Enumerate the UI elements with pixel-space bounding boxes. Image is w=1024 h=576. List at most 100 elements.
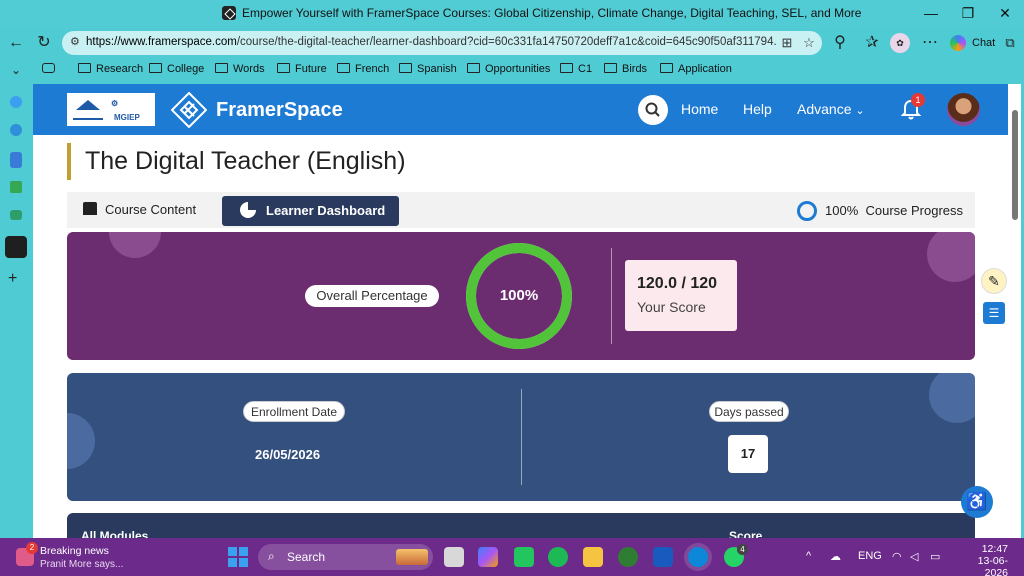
refresh-icon[interactable]: ↻ <box>34 33 54 53</box>
search-icon <box>645 102 660 117</box>
favorites-icon[interactable]: ✰ <box>862 33 882 53</box>
mgiep-wheel-icon: ⚙ <box>111 99 119 108</box>
show-hidden-icons-chevron-icon[interactable]: ^ <box>806 550 811 562</box>
accessibility-icon[interactable]: ♿ <box>961 486 993 518</box>
bookmark-college[interactable]: College <box>149 63 204 75</box>
close-window-button[interactable]: ✕ <box>990 3 1020 23</box>
news-title: Breaking news <box>40 545 109 557</box>
modules-table-header: All Modules Score <box>67 513 975 538</box>
course-progress-ring <box>797 201 817 221</box>
enrollment-card: Enrollment Date 26/05/2026 Days passed 1… <box>67 373 975 501</box>
brand-name[interactable]: FramerSpace <box>216 99 343 122</box>
docs-icon[interactable] <box>10 152 22 168</box>
score-label: Your Score <box>637 299 706 315</box>
collections-icon[interactable] <box>42 63 60 75</box>
nav-home-link[interactable]: Home <box>681 101 718 117</box>
sheets-icon[interactable] <box>10 210 22 220</box>
bookmark-birds[interactable]: Birds <box>604 63 647 75</box>
course-tabs: Course Content Learner Dashboard 100% Co… <box>67 192 975 228</box>
sidebar-toggle-icon[interactable]: ⧉ <box>1000 33 1020 53</box>
back-icon[interactable]: ← <box>6 33 26 53</box>
collapse-chevron-icon[interactable]: ⌄ <box>6 60 26 80</box>
bookmark-c1[interactable]: C1 <box>560 63 592 75</box>
bookmark-french[interactable]: French <box>337 63 389 75</box>
start-windows-icon[interactable] <box>228 547 248 567</box>
window-titlebar: Empower Yourself with FramerSpace Course… <box>0 0 1024 28</box>
edge-browser-icon[interactable] <box>688 547 708 567</box>
volume-icon[interactable]: ◁ <box>910 550 918 563</box>
add-icon[interactable]: + <box>8 271 24 287</box>
copilot-chat-button[interactable]: Chat <box>950 33 995 53</box>
web-page: ⚙ MGIEP FramerSpace Home Help Advance ⌄ … <box>33 84 1021 538</box>
news-subtitle: Pranit More says... <box>40 559 124 570</box>
language-indicator[interactable]: ENG <box>858 550 882 562</box>
bookmark-spanish[interactable]: Spanish <box>399 63 457 75</box>
decorative-circle <box>67 413 95 469</box>
extensions-icon[interactable]: ⚲ <box>830 33 850 53</box>
bookmark-words[interactable]: Words <box>215 63 265 75</box>
whatsapp-badge: 4 <box>737 544 748 555</box>
page-scrollbar[interactable] <box>1010 98 1020 522</box>
app-grid-icon[interactable]: ⊞ <box>778 34 796 52</box>
days-passed-value: 17 <box>728 435 768 473</box>
profile-icon[interactable]: ✿ <box>890 33 910 53</box>
clock-date: 13-06-2026 <box>977 555 1008 576</box>
folder-icon <box>149 63 162 73</box>
folder-icon <box>467 63 480 73</box>
unesco-mgiep-logo[interactable]: ⚙ MGIEP <box>67 93 155 126</box>
taskbar-search-label: Search <box>287 550 326 564</box>
bookmark-opportunities[interactable]: Opportunities <box>467 63 550 75</box>
scrollbar-thumb[interactable] <box>1012 110 1018 220</box>
clipchamp-icon[interactable] <box>514 547 534 567</box>
overall-percentage-value: 100% <box>499 287 539 304</box>
pen-tool-icon[interactable]: ✎ <box>981 268 1007 294</box>
copilot-app-icon[interactable] <box>478 547 498 567</box>
news-badge: 2 <box>26 542 38 554</box>
bookmark-future[interactable]: Future <box>277 63 327 75</box>
word-icon[interactable] <box>653 547 673 567</box>
windows-taskbar: 2 Breaking news Pranit More says... ⌕ Se… <box>0 538 1024 576</box>
search-highlight-icon <box>396 549 428 565</box>
url-text[interactable]: https://www.framerspace.com/course/the-d… <box>86 36 776 48</box>
nav-advance-menu[interactable]: Advance ⌄ <box>797 101 865 117</box>
decorative-circle <box>927 232 975 282</box>
restore-button[interactable]: ❐ <box>953 3 983 23</box>
sidebar-app-icon[interactable] <box>10 124 22 136</box>
book-reader-icon <box>83 202 97 215</box>
more-menu-icon[interactable]: ⋯ <box>920 33 940 53</box>
score-value: 120.0 / 120 <box>637 275 718 292</box>
tab-learner-dashboard[interactable]: Learner Dashboard <box>222 196 399 226</box>
drive-icon[interactable] <box>10 181 22 193</box>
task-view-icon[interactable] <box>444 547 464 567</box>
tab-course-content[interactable]: Course Content <box>83 196 196 224</box>
bitcoin-app-icon[interactable] <box>618 547 638 567</box>
overall-score-card: Overall Percentage 100% 120.0 / 120 Your… <box>67 232 975 360</box>
taskbar-search[interactable]: ⌕ Search <box>258 544 433 570</box>
tune-icon[interactable]: ⚙ <box>70 35 84 49</box>
divider <box>611 248 612 344</box>
search-button[interactable] <box>638 95 668 125</box>
nav-help-link[interactable]: Help <box>743 101 772 117</box>
enrollment-date-label: Enrollment Date <box>243 401 345 422</box>
bookmark-application[interactable]: Application <box>660 63 732 75</box>
bookmark-research[interactable]: Research <box>78 63 143 75</box>
file-explorer-icon[interactable] <box>583 547 603 567</box>
framerspace-logo-icon[interactable] <box>171 92 207 128</box>
browser-toolbar: ← ↻ ⚙ https://www.framerspace.com/course… <box>0 28 1024 58</box>
framerspace-tab-icon[interactable] <box>5 236 27 258</box>
favorite-star-icon[interactable]: ☆ <box>800 34 818 52</box>
minimize-button[interactable]: — <box>916 3 946 23</box>
pie-chart-icon <box>240 202 256 218</box>
address-bar[interactable]: ⚙ https://www.framerspace.com/course/the… <box>62 31 822 55</box>
clock[interactable]: 12:47 13-06-2026 <box>960 543 1008 576</box>
spotify-icon[interactable] <box>548 547 568 567</box>
site-header: ⚙ MGIEP FramerSpace Home Help Advance ⌄ … <box>33 84 1008 135</box>
folder-icon <box>78 63 91 73</box>
user-avatar[interactable] <box>947 93 980 126</box>
battery-icon[interactable]: ▭ <box>930 550 940 563</box>
sidebar-app-icon[interactable] <box>10 96 22 108</box>
onedrive-cloud-icon[interactable]: ☁ <box>830 550 841 563</box>
wifi-icon[interactable]: ◠ <box>892 550 902 563</box>
feedback-icon[interactable]: ☰ <box>983 302 1005 324</box>
decorative-circle <box>109 232 161 258</box>
